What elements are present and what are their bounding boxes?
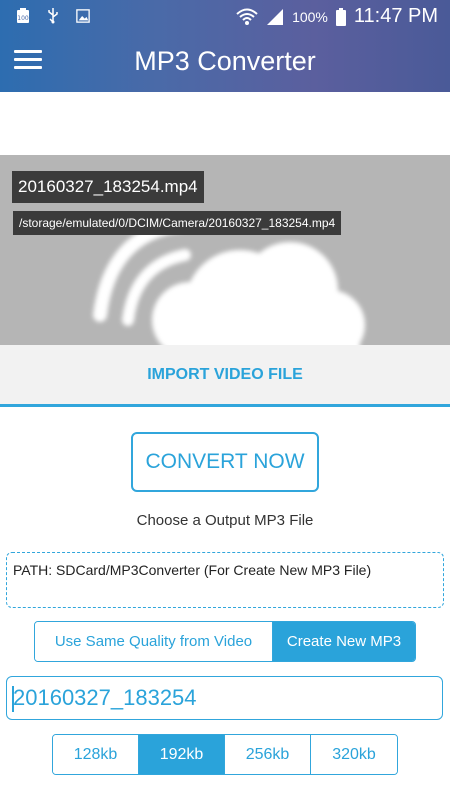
bitrate-128-option[interactable]: 128kb bbox=[53, 735, 139, 774]
clock: 11:47 PM bbox=[353, 5, 438, 27]
battery-100-icon: 100 bbox=[17, 8, 29, 23]
app-header: 100 100% 11:47 PM MP3 Converter bbox=[0, 0, 450, 92]
wifi-icon bbox=[236, 8, 258, 25]
battery-percent: 100% bbox=[292, 8, 328, 25]
bitrate-192-option[interactable]: 192kb bbox=[139, 735, 225, 774]
gallery-icon bbox=[76, 9, 90, 23]
video-preview[interactable]: 20160327_183254.mp4 /storage/emulated/0/… bbox=[0, 155, 450, 345]
signal-icon bbox=[267, 8, 284, 25]
bitrate-320-option[interactable]: 320kb bbox=[311, 735, 397, 774]
file-path-label: /storage/emulated/0/DCIM/Camera/20160327… bbox=[13, 211, 342, 235]
import-video-button[interactable]: IMPORT VIDEO FILE bbox=[0, 345, 450, 407]
use-same-quality-option[interactable]: Use Same Quality from Video bbox=[35, 622, 273, 661]
bitrate-selector: 128kb 192kb 256kb 320kb bbox=[52, 734, 398, 775]
page-title: MP3 Converter bbox=[134, 46, 316, 76]
output-path-info: PATH: SDCard/MP3Converter (For Create Ne… bbox=[6, 552, 444, 608]
output-section-label: Choose a Output MP3 File bbox=[136, 512, 314, 529]
create-new-mp3-option[interactable]: Create New MP3 bbox=[273, 622, 415, 661]
bitrate-256-option[interactable]: 256kb bbox=[225, 735, 311, 774]
convert-now-button[interactable]: CONVERT NOW bbox=[131, 432, 319, 492]
toolbar: MP3 Converter bbox=[0, 34, 450, 92]
quality-mode-toggle: Use Same Quality from Video Create New M… bbox=[34, 621, 416, 662]
file-name-label: 20160327_183254.mp4 bbox=[12, 171, 204, 203]
battery-icon bbox=[335, 7, 346, 26]
usb-icon bbox=[48, 8, 58, 24]
output-filename-input[interactable] bbox=[6, 676, 443, 720]
status-bar: 100 100% 11:47 PM bbox=[0, 0, 450, 34]
text-cursor bbox=[12, 686, 14, 712]
svg-text:100: 100 bbox=[17, 15, 29, 22]
